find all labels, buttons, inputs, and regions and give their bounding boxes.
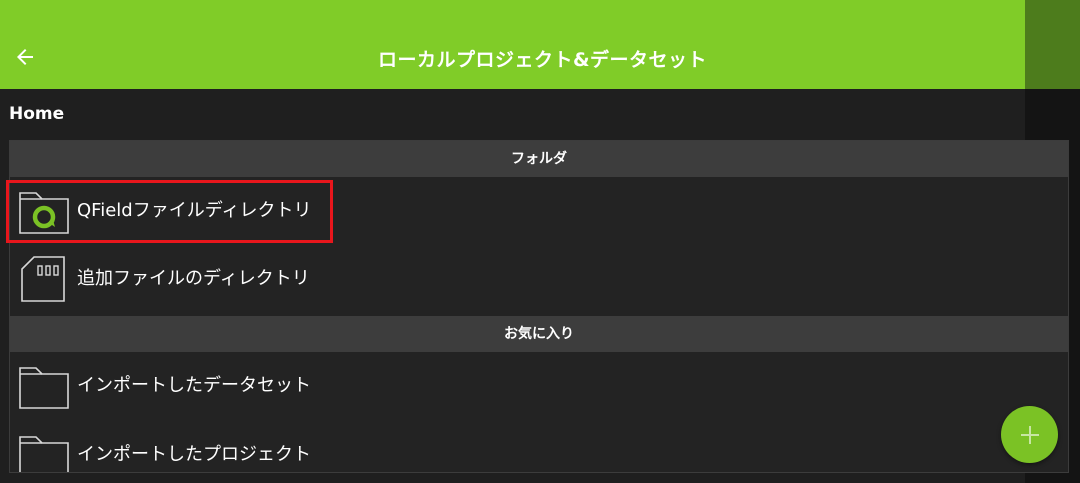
folder-icon <box>19 436 69 472</box>
section-header-favorites: お気に入り <box>10 316 1068 352</box>
list-item-label: インポートしたプロジェクト <box>77 444 311 465</box>
page-title: ローカルプロジェクト&データセット <box>377 49 708 71</box>
list-item-imported-projects[interactable]: インポートしたプロジェクト <box>10 421 1068 472</box>
sd-card-icon <box>21 256 65 302</box>
section-header-folders: フォルダ <box>10 141 1068 177</box>
header-side-panel <box>1025 0 1080 89</box>
app-window: ローカルプロジェクト&データセット Home フォルダ QFieldファイルディ… <box>0 0 1080 483</box>
list-item-label: インポートしたデータセット <box>77 375 311 396</box>
list-item-label: 追加ファイルのディレクトリ <box>77 268 310 289</box>
add-button[interactable] <box>1001 406 1058 463</box>
list-item-label: QFieldファイルディレクトリ <box>77 200 312 221</box>
qfield-folder-icon <box>19 192 69 234</box>
file-list: フォルダ QFieldファイルディレクトリ 追加ファイルのディレクトリ お気に入… <box>9 140 1069 473</box>
breadcrumb: Home <box>9 104 65 124</box>
plus-icon <box>1020 425 1039 444</box>
folder-icon <box>19 367 69 409</box>
list-item-qfield-directory[interactable]: QFieldファイルディレクトリ <box>10 177 1068 245</box>
list-item-additional-directory[interactable]: 追加ファイルのディレクトリ <box>10 245 1068 313</box>
list-item-imported-datasets[interactable]: インポートしたデータセット <box>10 352 1068 420</box>
app-header <box>0 0 1025 89</box>
